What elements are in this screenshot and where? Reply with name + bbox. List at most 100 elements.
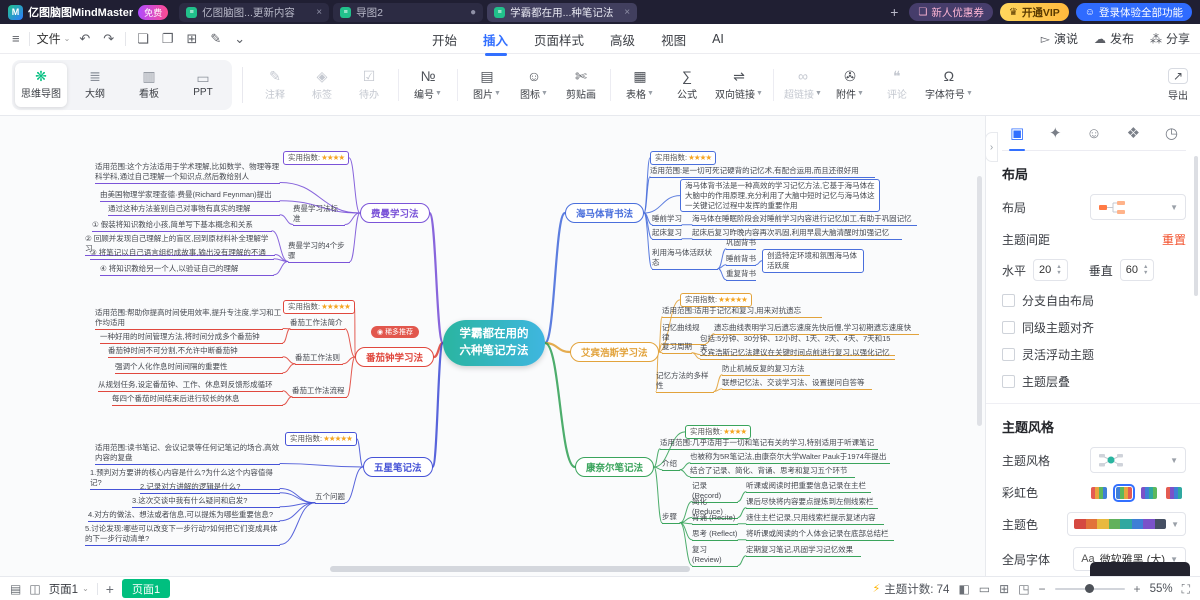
mindmap-subtopic[interactable]: 适用范围:帮助你提高时间使用效率,提升专注度,学习和工作均适用 [95,308,283,330]
zoom-out-button[interactable]: − [1039,583,1046,595]
mindmap-branch-topic[interactable]: 康奈尔笔记法 [575,457,654,477]
mindmap-subtopic[interactable]: 背诵 (Recite) [692,513,738,525]
mindmap-rating[interactable]: 实用指数: ★★★★ [650,151,716,165]
document-tab[interactable]: ≡学霸都在用...种笔记法× [487,3,637,22]
mindmap-subtopic[interactable]: 起床复习 [652,228,682,240]
mindmap-subtopic[interactable]: 复习周期 [662,342,692,354]
mindmap-subtopic[interactable]: 也被称为5R笔记法,由康奈尔大学Walter Pauk于1974年提出 [690,452,890,464]
tool-image[interactable]: ▤图片▼ [465,62,509,108]
mindmap-central-topic[interactable]: 学霸都在用的六种笔记方法 [443,320,545,366]
file-menu[interactable]: 文件 ⌄ [37,30,71,47]
mindmap-branch-topic[interactable]: 艾宾浩斯学习法 [570,342,659,362]
coupon-button[interactable]: ❏ 新人优惠券 [909,3,992,21]
checkbox-主题层叠[interactable]: 主题层叠 [1002,373,1186,390]
mindmap-subtopic[interactable]: 听课或阅读时把重要信息记录在主栏 [746,481,871,493]
tool-numbering[interactable]: №编号▼ [406,62,450,108]
mindmap-subtopic[interactable]: ③ 将笔记以自己语言组织成故事,输出没有理解的不通 [90,248,274,260]
mindmap-subtopic[interactable]: 利用海马体活跃状态 [652,248,718,270]
panel-scrollbar[interactable] [1194,156,1198,296]
mindmap-subtopic[interactable]: 五个问题 [315,492,345,504]
document-tab[interactable]: ≡导图2● [333,3,483,22]
history-panel-icon[interactable]: ◷ [1165,126,1178,141]
mindmap-subtopic[interactable]: 适用范围:读书笔记、会议记录等任何记笔记的场合,高效内容的复盘 [95,443,280,465]
new-tab-button[interactable]: + [886,4,902,20]
stepper-arrows-icon[interactable]: ▲▼ [1143,264,1148,276]
vertical-scrollbar[interactable] [977,176,982,426]
rainbow-option-1[interactable] [1091,487,1107,499]
mindmap-subtopic[interactable]: 通过这种方法鉴别自己对事物有真实的理解 [108,204,280,216]
mindmap-subtopic[interactable]: 巩固背书 [726,238,756,250]
mindmap-subtopic[interactable]: 从规划任务,设定番茄钟、工作、休息到反馈形成循环 [98,380,283,392]
mindmap-subtopic[interactable]: 番茄工作法简介 [290,318,345,330]
mindmap-subtopic[interactable]: 海马体在睡眠阶段会对睡前学习内容进行记忆加工,有助于巩固记忆 [692,214,917,226]
zoom-slider-knob[interactable] [1085,584,1094,593]
mindmap-subtopic[interactable]: 步骤 [662,512,680,524]
ppt-mode-button[interactable]: ▭PPT [177,63,229,107]
sticker-panel-icon[interactable]: ☺ [1086,126,1101,141]
mindmap-subtopic[interactable]: ① 假装将知识教给小孩,简单写下基本概念和关系 [92,220,272,232]
mindmap-subtopic[interactable]: 番茄钟时间不可分割,不允许中断番茄钟 [108,346,283,358]
mindmap-subtopic[interactable]: 5.讨论发现:哪些可以改变下一步行动?如何把它们变成具体的下一步行动清单? [85,524,280,546]
present-button[interactable]: ▻演说 [1041,30,1078,47]
board-icon[interactable]: ▭ [979,583,990,595]
rainbow-option-4[interactable] [1166,487,1182,499]
format-panel-icon[interactable]: ▣ [1010,126,1024,141]
menu-插入[interactable]: 插入 [483,30,508,49]
close-tab-icon[interactable]: × [624,7,630,18]
mindmap-subtopic[interactable]: 2.记录对方讲解的逻辑是什么? [140,482,280,494]
tool-attachment[interactable]: ✇附件▼ [828,62,872,108]
menu-高级[interactable]: 高级 [610,30,635,49]
horizontal-spacing-stepper[interactable]: 20 ▲▼ [1033,259,1068,281]
zoom-slider[interactable] [1055,588,1125,590]
page-selector[interactable]: 页面1 ⌄ [49,581,89,597]
mindmap-rating[interactable]: 实用指数: ★★★★ [685,425,751,439]
unsaved-dot-icon[interactable]: ● [470,7,476,18]
mindmap-subtopic[interactable]: 定期复习笔记,巩固学习记忆效果 [746,545,861,557]
hamburger-menu-icon[interactable]: ≡ [10,31,22,46]
publish-button[interactable]: ☁发布 [1094,30,1134,47]
mindmap-subtopic[interactable]: 适用范围:适用于记忆和复习,用来对抗遗忘 [662,306,822,318]
mindmap-subtopic[interactable]: 重复背书 [726,269,756,281]
zoom-in-button[interactable]: + [1134,583,1141,595]
mindmap-subtopic[interactable]: 适用范围:这个方法适用于学术理解,比如数学、物理等理科学科,通过自己理解一个知识… [95,162,280,184]
presentation-icon[interactable]: ⊞ [999,583,1009,595]
stepper-arrows-icon[interactable]: ▲▼ [1056,264,1061,276]
mindmap-subtopic[interactable]: 遗忘曲线表明学习后遗忘速度先快后慢,学习初期遗忘速度快 [714,323,919,335]
mindmap-branch-topic[interactable]: 番茄钟学习法 [355,347,434,367]
add-page-button[interactable]: + [106,582,114,596]
mindmap-branch-topic[interactable]: 五星笔记法 [363,457,433,477]
tool-clipart[interactable]: ✄剪贴画 [559,62,603,108]
menu-开始[interactable]: 开始 [432,30,457,49]
redo-icon[interactable]: ↷ [101,31,116,47]
mindmap-subtopic[interactable]: 睡前背书 [726,254,756,266]
format-painter-icon[interactable]: ✎ [208,31,223,47]
mindmap-subtopic[interactable]: 复习 (Review) [692,545,738,567]
mindmap-subtopic[interactable]: 防止机械反复的复习方法 [722,364,810,376]
mindmap-subtopic[interactable]: 艾宾浩斯记忆法建议在关键时间点前进行复习,以强化记忆 [700,348,895,360]
login-button[interactable]: ☺ 登录体验全部功能 [1076,3,1192,21]
document-tab[interactable]: ≡亿图脑图...更新内容× [179,3,329,22]
save-icon[interactable]: ⊞ [184,31,199,47]
mindmap-rating[interactable]: 实用指数: ★★★★★ [283,300,355,314]
checkbox-灵活浮动主题[interactable]: 灵活浮动主题 [1002,346,1186,363]
vertical-spacing-stepper[interactable]: 60 ▲▼ [1120,259,1155,281]
pages-icon[interactable]: ◧ [958,583,969,595]
menu-页面样式[interactable]: 页面样式 [534,30,584,49]
mindmap-canvas[interactable]: 学霸都在用的六种笔记方法费曼学习法实用指数: ★★★★适用范围:这个方法适用于学… [0,116,985,576]
checkbox-分支自由布局[interactable]: 分支自由布局 [1002,292,1186,309]
menu-视图[interactable]: 视图 [661,30,686,49]
horizontal-scrollbar[interactable] [330,566,690,572]
mindmap-subtopic[interactable]: 每四个番茄时间结束后进行较长的休息 [112,394,283,406]
mindmap-subtopic[interactable]: 适用范围:是一切可死记硬背的记忆术,有配合运用,而且还很好用 [650,166,875,178]
kanban-mode-button[interactable]: ▥看板 [123,63,175,107]
share-button[interactable]: ⁂分享 [1150,30,1190,47]
export-button[interactable]: ↗ 导出 [1168,68,1188,102]
outline-mode-button[interactable]: ≣大纲 [69,63,121,107]
grid-view-icon[interactable]: ▤ [10,583,21,595]
mindmap-subtopic[interactable]: 强调个人化作息时间间隔的重要性 [115,362,283,374]
open-doc-icon[interactable]: ❐ [160,31,176,47]
mindmap-recommend-badge[interactable]: ◉ 稀多推荐 [371,326,419,338]
mindmap-subtopic[interactable]: 适用范围:几乎适用于一切和笔记有关的学习,特别适用于听课笔记 [660,438,878,450]
mindmap-mode-button[interactable]: ❋思维导图 [15,63,67,107]
mindmap-subtopic[interactable]: 思考 (Reflect) [692,529,738,541]
